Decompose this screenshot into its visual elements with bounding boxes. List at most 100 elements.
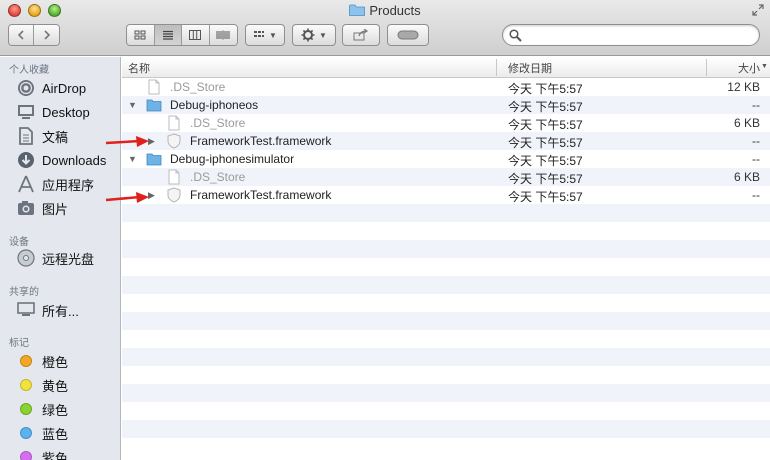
folder-icon xyxy=(349,4,366,16)
file-size: -- xyxy=(752,134,760,148)
sidebar-heading-shared: 共享的 xyxy=(9,287,39,298)
tag-color-dot xyxy=(20,379,32,391)
applications-icon xyxy=(16,175,36,193)
tag-color-dot xyxy=(20,427,32,439)
tag-label: 蓝色 xyxy=(42,426,69,442)
file-name: .DS_Store xyxy=(190,116,246,130)
forward-button[interactable] xyxy=(34,25,59,45)
empty-row xyxy=(122,330,770,348)
action-button[interactable]: ▼ xyxy=(292,24,336,46)
icon-view-button[interactable] xyxy=(127,25,155,45)
sidebar-item-documents[interactable]: 文稿 xyxy=(0,125,120,147)
file-name: .DS_Store xyxy=(170,80,226,94)
coverflow-view-button[interactable] xyxy=(209,25,237,45)
chevron-right-icon xyxy=(43,30,50,40)
share-icon xyxy=(353,29,369,41)
sidebar-item-label: 文稿 xyxy=(42,129,69,145)
file-size: -- xyxy=(752,152,760,166)
sidebar-heading-favorites: 个人收藏 xyxy=(9,65,49,76)
chevron-left-icon xyxy=(17,30,24,40)
documents-icon xyxy=(16,127,36,145)
sidebar-item-label: 图片 xyxy=(42,201,69,217)
sidebar-item-label: 应用程序 xyxy=(42,177,95,193)
file-date: 今天 下午5:57 xyxy=(508,118,583,132)
chevron-down-icon: ▼ xyxy=(319,30,327,40)
edit-tags-button[interactable] xyxy=(387,24,429,46)
table-row[interactable]: .DS_Store 今天 下午5:57 12 KB xyxy=(122,78,770,96)
fullscreen-icon[interactable] xyxy=(752,4,764,16)
chevron-down-icon: ▼ xyxy=(269,30,277,40)
gear-icon xyxy=(301,28,315,42)
sidebar-tag-blue[interactable]: 蓝色 xyxy=(0,422,120,444)
empty-row xyxy=(122,384,770,402)
sidebar-item-pictures[interactable]: 图片 xyxy=(0,197,120,219)
sidebar-tag-purple[interactable]: 紫色 xyxy=(0,446,120,460)
file-list: 名称 修改日期 大小 ▼ .DS_Store 今天 下午5:57 12 KB ▼ Deb… xyxy=(122,57,770,460)
arrange-icon xyxy=(254,31,265,37)
sidebar-item-applications[interactable]: 应用程序 xyxy=(0,173,120,195)
sidebar-tag-green[interactable]: 绿色 xyxy=(0,398,120,420)
file-date: 今天 下午5:57 xyxy=(508,190,583,204)
annotation-arrow xyxy=(105,136,149,147)
table-row[interactable]: ▼ Debug-iphoneos 今天 下午5:57 -- xyxy=(122,96,770,114)
list-view-button[interactable] xyxy=(154,25,182,45)
disclosure-open-icon[interactable]: ▼ xyxy=(128,154,137,164)
window-toolbar: Products ▼ ▼ xyxy=(0,0,770,56)
empty-row xyxy=(122,366,770,384)
column-header-name[interactable]: 名称 xyxy=(128,60,150,76)
sidebar-heading-devices: 设备 xyxy=(9,237,29,248)
file-rows: .DS_Store 今天 下午5:57 12 KB ▼ Debug-iphoneos 今天… xyxy=(122,78,770,456)
sidebar-item-desktop[interactable]: Desktop xyxy=(0,101,120,123)
tag-label: 橙色 xyxy=(42,354,69,370)
share-button[interactable] xyxy=(342,24,380,46)
annotation-arrow xyxy=(105,192,149,203)
empty-row xyxy=(122,294,770,312)
table-row[interactable]: ▼ Debug-iphonesimulator 今天 下午5:57 -- xyxy=(122,150,770,168)
empty-row xyxy=(122,258,770,276)
table-row[interactable]: .DS_Store 今天 下午5:57 6 KB xyxy=(122,114,770,132)
column-view-button[interactable] xyxy=(182,25,210,45)
network-icon xyxy=(16,301,36,319)
arrange-button[interactable]: ▼ xyxy=(245,24,285,46)
search-icon xyxy=(509,29,522,42)
table-row[interactable]: ▶ FrameworkTest.framework 今天 下午5:57 -- xyxy=(122,186,770,204)
empty-row xyxy=(122,420,770,438)
framework-icon xyxy=(167,133,181,149)
file-date: 今天 下午5:57 xyxy=(508,136,583,150)
column-header-date[interactable]: 修改日期 xyxy=(508,60,552,76)
empty-row xyxy=(122,402,770,420)
column-header-size[interactable]: 大小 xyxy=(738,60,760,76)
file-size: 12 KB xyxy=(727,80,760,94)
column-divider[interactable] xyxy=(706,59,707,76)
sidebar-tag-yellow[interactable]: 黄色 xyxy=(0,374,120,396)
empty-row xyxy=(122,438,770,456)
column-divider[interactable] xyxy=(496,59,497,76)
back-button[interactable] xyxy=(9,25,34,45)
disc-icon xyxy=(16,249,36,267)
table-row[interactable]: .DS_Store 今天 下午5:57 6 KB xyxy=(122,168,770,186)
file-name: Debug-iphonesimulator xyxy=(170,152,295,166)
sidebar-item-downloads[interactable]: Downloads xyxy=(0,149,120,171)
sidebar-tag-orange[interactable]: 橙色 xyxy=(0,350,120,372)
sidebar-item-airdrop[interactable]: AirDrop xyxy=(0,77,120,99)
tag-color-dot xyxy=(20,451,32,460)
table-row[interactable]: ▶ FrameworkTest.framework 今天 下午5:57 -- xyxy=(122,132,770,150)
document-icon xyxy=(148,79,160,95)
disclosure-open-icon[interactable]: ▼ xyxy=(128,100,137,110)
file-date: 今天 下午5:57 xyxy=(508,100,583,114)
sidebar-item-label: Desktop xyxy=(42,104,90,120)
icon-view-icon xyxy=(134,30,146,40)
downloads-icon xyxy=(16,151,36,169)
column-view-icon xyxy=(189,30,202,40)
view-mode-control xyxy=(126,24,238,46)
list-view-icon xyxy=(162,30,173,40)
file-size: 6 KB xyxy=(733,170,760,184)
sidebar-item-all-shared[interactable]: 所有... xyxy=(0,299,120,321)
empty-row xyxy=(122,348,770,366)
search-field[interactable] xyxy=(502,24,760,46)
search-input[interactable] xyxy=(525,27,750,43)
file-size: 6 KB xyxy=(733,116,760,130)
sidebar-item-remote-disc[interactable]: 远程光盘 xyxy=(0,247,120,269)
tag-label: 黄色 xyxy=(42,378,69,394)
empty-row xyxy=(122,312,770,330)
